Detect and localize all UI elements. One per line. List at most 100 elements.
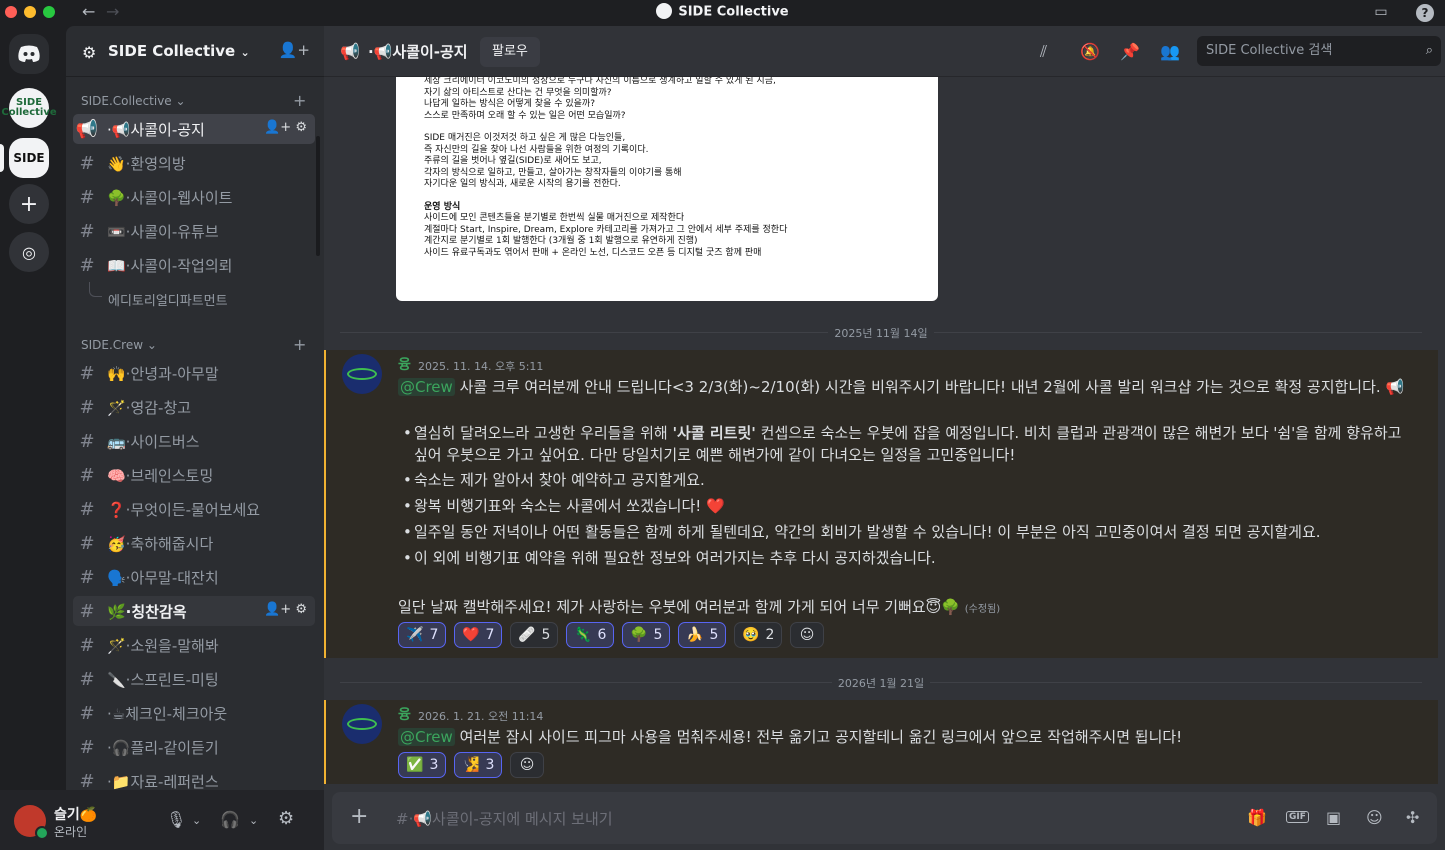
date-divider: 2025년 11월 14일 [324,325,1438,341]
channel-brainstorm[interactable]: # 🧠·브레인스토밍 [73,460,315,490]
megaphone-icon: 📢 [75,118,99,140]
sticker-icon[interactable]: ▣ [1326,808,1341,827]
members-icon[interactable]: 👥 [1160,42,1180,61]
channel-playlist[interactable]: # ·🎧플리-같이듣기 [73,732,315,762]
role-mention[interactable]: @Crew [398,378,455,396]
username[interactable]: 슬기🍊 [54,804,97,824]
hash-thread-icon: # [79,668,95,690]
side-logo-icon [656,3,673,19]
add-reaction-icon[interactable]: ☺ [510,752,544,778]
gif-icon[interactable]: GIF [1286,811,1309,823]
doc-heading: 운영 방식 [424,201,461,212]
pin-icon[interactable]: 📌 [1120,42,1140,61]
reaction-button[interactable]: ✈️ 7 [398,622,447,648]
channel-sprint[interactable]: # 🔪·스프린트-미팅 [73,664,315,694]
hash-thread-icon: # [79,600,95,622]
message-item[interactable]: 융 2025. 11. 14. 오후 5:11 @Crew 사콜 크루 여러분께… [324,350,1438,658]
channel-actions[interactable]: 👤+ ⚙ [264,602,307,617]
attachment-document-image[interactable]: 세상 크리에이터 이코노미의 성장으로 누구나 자신의 이름으로 생계하고 일할… [396,76,938,301]
create-channel-icon[interactable]: + [293,91,306,110]
threads-icon[interactable]: ⫽ [1040,42,1047,62]
thread-connector [89,282,102,297]
microphone-icon[interactable]: 🎙 [166,810,186,829]
message-author[interactable]: 융 [398,354,411,374]
channel-hello[interactable]: # 🙌·안녕과-아무말 [73,358,315,388]
hash-thread-icon: # [79,464,95,486]
category-side-crew[interactable]: SIDE.Crew ⌄ + [81,335,306,354]
channel-commission[interactable]: # 📖·사콜이-작업의뢰 [73,250,315,280]
sidebar-scrollbar[interactable] [316,136,320,256]
hash-thread-icon: # [79,396,95,418]
server-side[interactable]: SIDE [9,138,49,178]
message-line: 일단 날짜 캘박해주세요! 제가 사랑하는 우붓에 여러분과 함께 가게 되어 … [398,598,1001,616]
channel-praise[interactable]: # 🌿·칭찬감옥 👤+ ⚙ [73,596,315,626]
channel-chatter[interactable]: # 🗣️·아무말-대잔치 [73,562,315,592]
doc-line: SIDE 매거진은 이것저것 하고 싶은 게 많은 다능인들, [424,133,626,143]
channel-sidebar: ⚙ SIDE Collective ⌄ 👤+ SIDE.Collective ⌄… [66,26,324,790]
add-reaction-icon[interactable]: ☺ [790,622,824,648]
follow-button[interactable]: 팔로우 [480,37,540,67]
emoji-icon[interactable]: ☺ [1366,808,1383,827]
doc-line: 사이드 유료구독과도 엮어서 판매 + 온라인 노선, 디스코드 오픈 등 디지… [424,247,762,258]
hash-icon: # [79,152,95,174]
search-input[interactable]: SIDE Collective 검색 ⌕ [1197,36,1441,66]
channel-title: ·📢사콜이-공지 [368,43,468,61]
role-mention[interactable]: @Crew [398,728,455,746]
message-input[interactable]: #·📢사콜이-공지에 메시지 보내기 [396,808,613,829]
gift-icon[interactable]: 🎁 [1247,808,1267,827]
doc-line: 계절마다 Start, Inspire, Dream, Explore 카테고리… [424,224,788,235]
server-settings-icon: ⚙ [82,43,97,62]
reaction-button[interactable]: 🌳 5 [622,622,671,648]
channel-ask[interactable]: # ❓·무엇이든-물어보세요 [73,494,315,524]
server-side-collective[interactable]: SIDE Collective [1,88,57,128]
list-item: • 숙소는 제가 알아서 찾아 예약하고 공지할게요. [403,471,705,489]
channel-inspiration[interactable]: # 🪄·영감-창고 [73,392,315,422]
chevron-down-icon[interactable]: ⌄ [249,814,258,827]
message-line: @Crew 사콜 크루 여러분께 안내 드립니다<3 2/3(화)~2/10(화… [398,378,1405,396]
doc-line: 계간지로 분기별로 1회 발행한다 (3개월 중 1회 발행으로 유연하게 진행… [424,236,698,246]
list-item: • 왕복 비행기표와 숙소는 사콜에서 쏘겠습니다! ❤️ [403,497,725,515]
author-avatar[interactable] [342,354,382,394]
message-author[interactable]: 융 [398,704,411,724]
reaction-button[interactable]: 🦎 6 [566,622,615,648]
explore-compass-icon[interactable]: ◎ [9,232,49,272]
create-channel-icon[interactable]: + [293,335,306,354]
invite-people-icon[interactable]: 👤+ [279,41,310,59]
reaction-button[interactable]: ✅ 3 [398,752,447,778]
mute-icon[interactable]: 🔕 [1080,42,1100,61]
message-composer[interactable]: + #·📢사콜이-공지에 메시지 보내기 🎁 GIF ▣ ☺ ✣ [332,792,1437,844]
channel-actions[interactable]: 👤+ ⚙ [264,120,307,135]
chevron-down-icon[interactable]: ⌄ [192,814,201,827]
reaction-button[interactable]: 🥹 2 [734,622,783,648]
inbox-icon[interactable]: ▭ [1372,4,1390,22]
channel-header: 📢 ·📢사콜이-공지 팔로우 ⫽ 🔕 📌 👥 SIDE Collective 검… [324,26,1445,77]
apps-icon[interactable]: ✣ [1406,808,1419,827]
reaction-button[interactable]: 🧏 3 [454,752,503,778]
user-settings-gear-icon[interactable]: ⚙ [278,808,294,829]
planet-icon [347,718,377,730]
server-header[interactable]: ⚙ SIDE Collective ⌄ 👤+ [66,26,324,77]
hash-thread-icon: # [79,634,95,656]
channel-celebrate[interactable]: # 🥳·축하해줍시다 [73,528,315,558]
upload-plus-icon[interactable]: + [350,804,368,829]
message-item[interactable]: 융 2026. 1. 21. 오전 11:14 @Crew 여러분 잠시 사이드… [324,700,1438,784]
reaction-button[interactable]: 🩹 5 [510,622,559,648]
thread-editorial[interactable]: 에디토리얼디파트먼트 [108,290,228,309]
category-side-collective[interactable]: SIDE.Collective ⌄ + [81,91,306,110]
channel-reference[interactable]: # ·📁자료-레퍼런스 [73,766,315,791]
reaction-button[interactable]: 🍌 5 [678,622,727,648]
help-icon[interactable]: ? [1416,4,1434,22]
hash-thread-icon: # [79,498,95,520]
reaction-button[interactable]: ❤️ 7 [454,622,503,648]
channel-announcement[interactable]: 📢 ·📢사콜이-공지 👤+ ⚙ [73,114,315,144]
channel-sidebus[interactable]: # 🚌·사이드버스 [73,426,315,456]
headphones-icon[interactable]: 🎧 [220,810,240,829]
channel-wish[interactable]: # 🪄·소원을-말해봐 [73,630,315,660]
channel-website[interactable]: # 🌳·사콜이-웹사이트 [73,182,315,212]
channel-checkin[interactable]: # ·☕체크인-체크아웃 [73,698,315,728]
direct-messages-button[interactable] [9,34,49,74]
author-avatar[interactable] [342,704,382,744]
channel-welcome[interactable]: # 👋·환영의방 [73,148,315,178]
add-server-icon[interactable]: + [9,184,49,224]
channel-youtube[interactable]: # 📼·사콜이-유튜브 [73,216,315,246]
